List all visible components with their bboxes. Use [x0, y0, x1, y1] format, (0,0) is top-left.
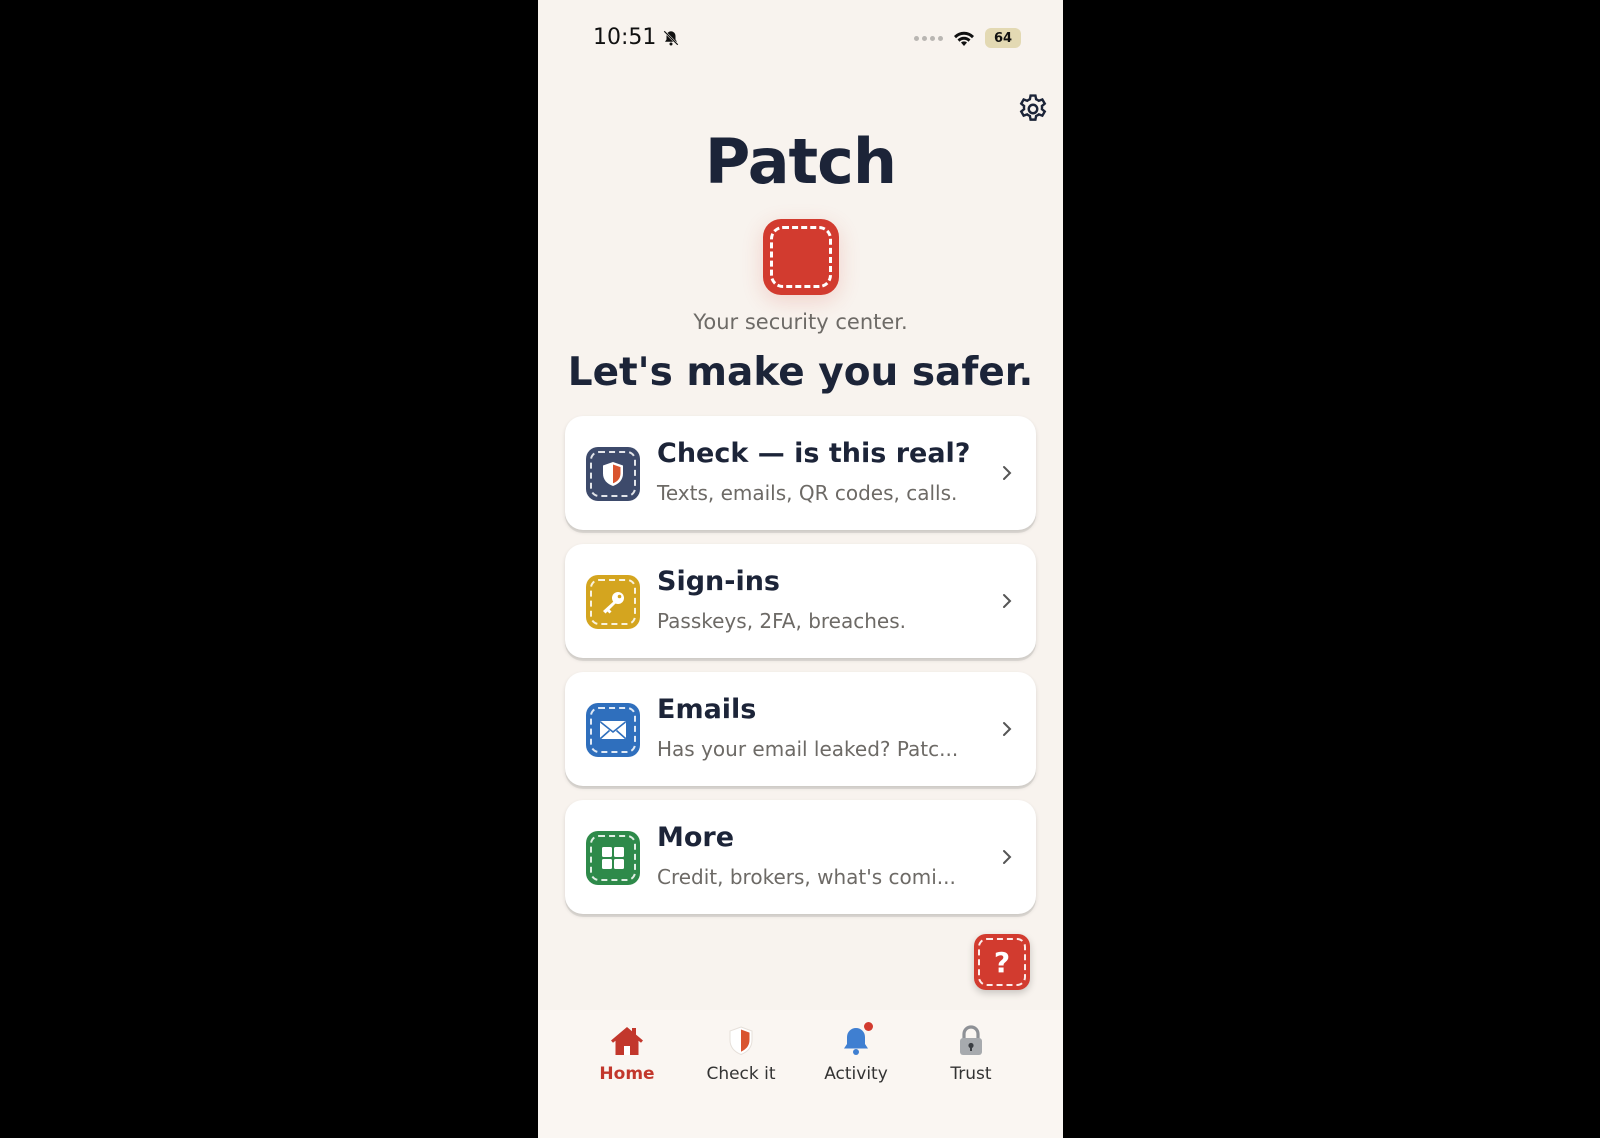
card-check[interactable]: Check — is this real? Texts, emails, QR … — [565, 416, 1036, 530]
card-title: Sign-ins — [657, 566, 781, 597]
app-title: Patch — [704, 125, 897, 198]
card-emails[interactable]: Emails Has your email leaked? Patc... — [565, 672, 1036, 786]
home-icon — [611, 1027, 643, 1055]
page-headline: Let's make you safer. — [567, 350, 1034, 395]
help-button[interactable]: ? — [974, 934, 1030, 990]
card-icon-box — [586, 703, 640, 757]
tab-label: Home — [599, 1064, 655, 1084]
tab-label: Activity — [824, 1064, 888, 1084]
phone-screen: 10:51 64 Patch Your security center. Let… — [538, 0, 1063, 1138]
key-icon — [603, 592, 624, 614]
chevron-right-icon — [1003, 466, 1012, 480]
status-time: 10:51 — [593, 25, 680, 50]
tab-trust[interactable]: Trust — [921, 1022, 1021, 1084]
shield-icon — [729, 1026, 753, 1056]
tab-check-it[interactable]: Check it — [691, 1022, 791, 1084]
card-icon-box — [586, 447, 640, 501]
card-icon-box — [586, 831, 640, 885]
chevron-right-icon — [1003, 594, 1012, 608]
help-button-label: ? — [993, 945, 1011, 979]
status-indicators: 64 — [914, 28, 1021, 48]
signal-icon — [914, 35, 943, 41]
tab-home[interactable]: Home — [577, 1022, 677, 1084]
card-sign-ins[interactable]: Sign-ins Passkeys, 2FA, breaches. — [565, 544, 1036, 658]
card-title: More — [657, 822, 735, 853]
card-title: Check — is this real? — [657, 438, 971, 469]
padlock-icon — [960, 1025, 982, 1055]
bell-mute-icon — [663, 29, 679, 46]
shield-icon — [603, 462, 623, 486]
card-more[interactable]: More Credit, brokers, what's comi... — [565, 800, 1036, 914]
card-title: Emails — [657, 694, 757, 725]
battery-icon: 64 — [985, 28, 1021, 48]
card-icon-box — [586, 575, 640, 629]
grid-icon — [602, 847, 624, 869]
chevron-right-icon — [1003, 850, 1012, 864]
app-subtitle: Your security center. — [693, 310, 908, 334]
card-subtitle: Credit, brokers, what's comi... — [657, 865, 956, 889]
card-subtitle: Passkeys, 2FA, breaches. — [657, 609, 906, 633]
envelope-icon — [599, 721, 627, 740]
gear-icon[interactable] — [1016, 92, 1050, 126]
patch-logo — [763, 219, 839, 295]
tab-bar: Home Check it Activity Trust — [538, 1010, 1063, 1138]
battery-level: 64 — [993, 30, 1013, 46]
status-time-text: 10:51 — [593, 25, 657, 50]
tab-label: Trust — [950, 1064, 992, 1084]
tab-label: Check it — [706, 1064, 776, 1084]
notification-dot — [864, 1022, 873, 1031]
card-subtitle: Texts, emails, QR codes, calls. — [657, 481, 958, 505]
chevron-right-icon — [1003, 722, 1012, 736]
tab-activity[interactable]: Activity — [806, 1022, 906, 1084]
card-subtitle: Has your email leaked? Patc... — [657, 737, 959, 761]
wifi-icon — [954, 31, 974, 46]
